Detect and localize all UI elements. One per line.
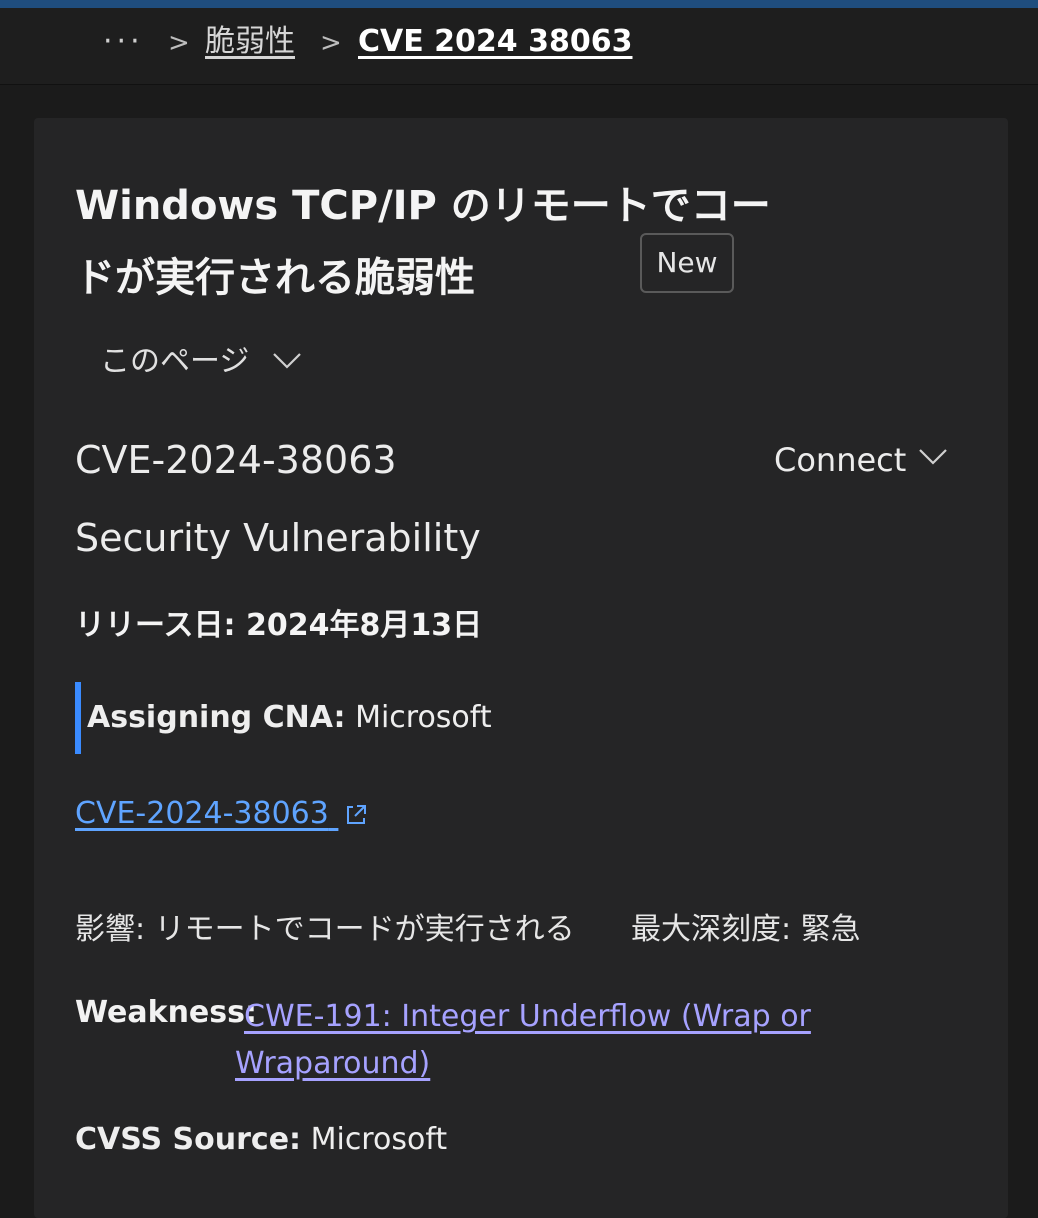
top-accent-bar xyxy=(0,0,1038,8)
cve-external-link[interactable]: CVE-2024-38063 xyxy=(75,794,368,834)
weakness-link[interactable]: CWE-191: Integer Underflow (Wrap or Wrap… xyxy=(235,993,835,1087)
chevron-right-icon: > xyxy=(320,28,342,58)
weakness-label: Weakness: xyxy=(75,995,257,1030)
release-date-value: 2024年8月13日 xyxy=(245,608,483,643)
on-this-page-label: このページ xyxy=(100,344,250,379)
vulnerability-card: Windows TCP/IP のリモートでコードが実行される脆弱性 New この… xyxy=(34,118,1008,1218)
impact-label: 影響: xyxy=(75,912,146,947)
release-date-label: リリース日: xyxy=(75,608,236,643)
breadcrumb-more-button[interactable]: ··· xyxy=(103,24,144,60)
security-vulnerability-subtitle: Security Vulnerability xyxy=(75,516,481,560)
cvss-source-value: Microsoft xyxy=(310,1122,448,1157)
max-severity: 最大深刻度: 緊急 xyxy=(631,910,861,950)
external-link-icon xyxy=(347,804,367,824)
cve-link-text: CVE-2024-38063 xyxy=(75,796,329,831)
breadcrumb-item-vulnerabilities[interactable]: 脆弱性 xyxy=(205,24,295,60)
cve-id-heading: CVE-2024-38063 xyxy=(75,438,397,482)
chevron-down-icon xyxy=(919,449,947,465)
cvss-source: CVSS Source: Microsoft xyxy=(75,1120,447,1160)
cvss-source-label: CVSS Source: xyxy=(75,1122,302,1157)
new-badge: New xyxy=(640,233,734,293)
assigning-cna: Assigning CNA: Microsoft xyxy=(75,682,675,754)
impact-value: リモートでコードが実行される xyxy=(154,912,575,947)
breadcrumb: ··· > 脆弱性 > CVE 2024 38063 xyxy=(0,8,1038,85)
connect-label: Connect xyxy=(774,441,907,479)
connect-dropdown[interactable]: Connect xyxy=(774,440,947,480)
on-this-page-dropdown[interactable]: このページ xyxy=(100,342,301,382)
severity-label: 最大深刻度: xyxy=(631,912,792,947)
chevron-right-icon: > xyxy=(168,28,190,58)
severity-value: 緊急 xyxy=(800,912,861,947)
assigning-cna-label: Assigning CNA: xyxy=(87,700,346,735)
assigning-cna-value: Microsoft xyxy=(355,700,492,735)
release-date: リリース日: 2024年8月13日 xyxy=(75,606,482,646)
impact: 影響: リモートでコードが実行される xyxy=(75,910,575,950)
chevron-down-icon xyxy=(273,353,301,369)
breadcrumb-item-current[interactable]: CVE 2024 38063 xyxy=(358,24,632,60)
